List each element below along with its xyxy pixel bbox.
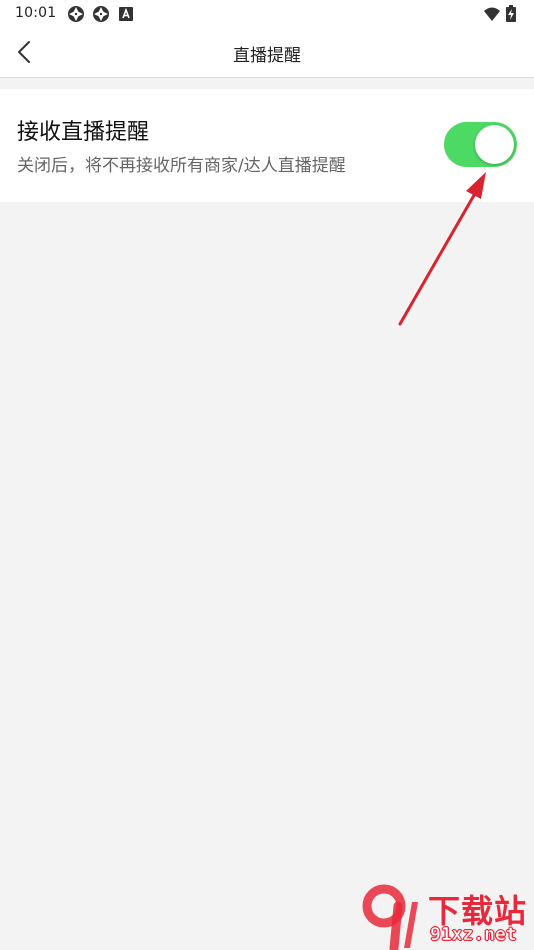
watermark: 下载站 91xz.net [360, 884, 534, 950]
page-title: 直播提醒 [233, 46, 301, 66]
watermark-logo-icon [362, 884, 418, 950]
setting-row-live-reminder: 接收直播提醒 关闭后，将不再接收所有商家/达人直播提醒 [0, 89, 534, 202]
status-time: 10:01 [15, 5, 57, 21]
watermark-text-domain: 91xz.net [430, 924, 517, 946]
text-a-icon [119, 7, 133, 21]
battery-charging-icon [506, 5, 516, 22]
setting-description: 关闭后，将不再接收所有商家/达人直播提醒 [17, 156, 346, 176]
wifi-icon [484, 7, 500, 21]
live-reminder-toggle[interactable] [444, 122, 517, 167]
status-bar: 10:01 [0, 0, 534, 28]
section-gap [0, 78, 534, 89]
setting-title: 接收直播提醒 [17, 120, 150, 145]
aperture-icon [68, 6, 84, 22]
header-bar: 直播提醒 [0, 28, 534, 78]
aperture-icon [93, 6, 109, 22]
toggle-knob [475, 125, 514, 164]
